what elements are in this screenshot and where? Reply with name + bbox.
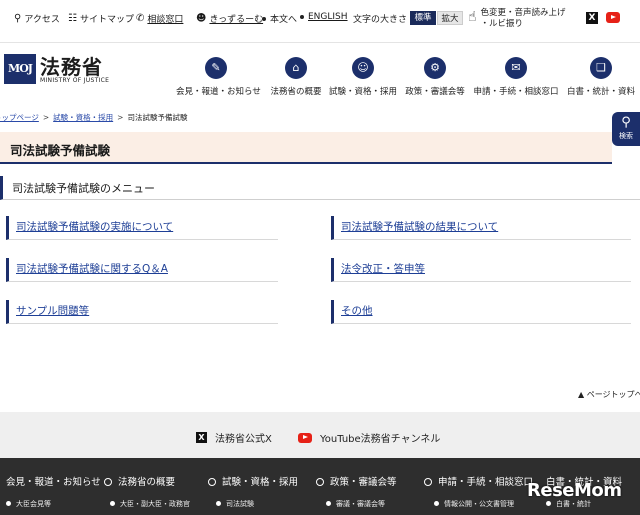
menu-link-item: その他 — [331, 300, 631, 324]
footer-nav-policy[interactable]: 政策・審議会等 — [316, 474, 397, 488]
breadcrumb-parent[interactable]: 試験・資格・採用 — [53, 113, 113, 122]
font-size-label: 文字の大きさ — [353, 15, 408, 25]
font-standard-button[interactable]: 標準 — [410, 11, 436, 25]
nav-overview[interactable]: ⌂ 法務省の概要 — [267, 57, 325, 97]
nav-whitepaper[interactable]: ❑ 白書・統計・資料 — [566, 57, 636, 97]
utility-bar: ⚲ アクセス ☷ サイトマップ ✆ 相談窓口 ☻ きっずるーむ 本文へ ENGL… — [0, 8, 640, 30]
kids-room-link[interactable]: ☻ きっずるーむ — [196, 12, 263, 25]
menu-link-item: サンプル問題等 — [6, 300, 278, 324]
triangle-up-icon: ▲ — [578, 390, 585, 399]
x-icon[interactable]: X — [586, 12, 598, 24]
gear-icon: ⚙ — [424, 57, 446, 79]
search-label: 検索 — [619, 132, 633, 140]
footer-sub-link[interactable]: 大臣・副大臣・政務官 — [110, 499, 190, 509]
menu-link-item: 司法試験予備試験に関するQ＆A — [6, 258, 278, 282]
breadcrumb-top[interactable]: トップページ — [0, 113, 39, 122]
link-other[interactable]: その他 — [341, 303, 373, 318]
link-exam-faq[interactable]: 司法試験予備試験に関するQ＆A — [16, 261, 168, 276]
global-nav: ✎ 会見・報道・お知らせ ⌂ 法務省の概要 ☺ 試験・資格・採用 ⚙ 政策・審議… — [170, 57, 640, 97]
footer-sns: X 法務省公式X YouTube法務省チャンネル — [0, 412, 640, 458]
resemom-watermark: ReseMom — [527, 480, 622, 501]
bullet-icon — [262, 16, 266, 21]
page-title-bar: 司法試験予備試験 — [0, 132, 612, 164]
footer-nav-applications[interactable]: 申請・手続・相談窓口 — [424, 474, 533, 488]
circle-icon — [316, 478, 324, 486]
circle-icon — [104, 478, 112, 486]
circle-icon — [424, 478, 432, 486]
menu-link-item: 法令改正・答申等 — [331, 258, 631, 282]
breadcrumb: トップページ>試験・資格・採用>司法試験予備試験 — [0, 112, 187, 123]
site-name-english: MINISTRY OF JUSTICE — [40, 77, 110, 84]
page-top-link[interactable]: ▲ ページトップへ — [578, 389, 640, 400]
nav-exams[interactable]: ☺ 試験・資格・採用 — [328, 57, 398, 97]
footer-sub-link[interactable]: 審議・審議会等 — [326, 499, 385, 509]
nav-press[interactable]: ✎ 会見・報道・お知らせ — [176, 57, 261, 97]
footer-sub-link[interactable]: 大臣会見等 — [6, 499, 51, 509]
map-pin-icon: ⚲ — [14, 12, 22, 24]
consult-link[interactable]: ✆ 相談窓口 — [136, 12, 183, 25]
accessibility-link[interactable]: ☝ 色変更・音声読み上げ ・ルビ振り — [468, 8, 566, 30]
people-icon: ☺ — [352, 57, 374, 79]
footer-x-link[interactable]: X 法務省公式X — [196, 430, 272, 445]
book-icon: ❑ — [590, 57, 612, 79]
footer-nav-exams[interactable]: 試験・資格・採用 — [208, 474, 298, 488]
circle-icon — [208, 478, 216, 486]
menu-heading-text: 司法試験予備試験のメニュー — [12, 182, 155, 195]
youtube-icon[interactable] — [606, 12, 620, 23]
bullet-icon — [300, 15, 304, 19]
font-large-button[interactable]: 拡大 — [437, 11, 463, 25]
accessibility-label-1: 色変更・音声読み上げ — [480, 8, 566, 18]
form-icon: ✉ — [505, 57, 527, 79]
english-link[interactable]: ENGLISH — [300, 12, 348, 22]
youtube-icon — [298, 432, 312, 443]
mic-icon: ✎ — [205, 57, 227, 79]
menu-link-item: 司法試験予備試験の実施について — [6, 216, 278, 240]
skip-to-content-link[interactable]: 本文へ — [262, 12, 297, 25]
link-sample-questions[interactable]: サンプル問題等 — [16, 303, 89, 318]
link-exam-results[interactable]: 司法試験予備試験の結果について — [341, 219, 498, 234]
site-name: 法務省 — [40, 55, 103, 79]
footer-sub-link[interactable]: 情報公開・公文書管理 — [434, 499, 514, 509]
sitemap-link[interactable]: ☷ サイトマップ — [68, 12, 134, 25]
moj-logo[interactable]: MOJ — [4, 54, 36, 84]
menu-link-item: 司法試験予備試験の結果について — [331, 216, 631, 240]
breadcrumb-current: 司法試験予備試験 — [127, 113, 188, 122]
search-button[interactable]: ⚲ 検索 — [612, 112, 640, 146]
footer-sub-link[interactable]: 司法試験 — [216, 499, 254, 509]
sitemap-icon: ☷ — [68, 12, 77, 24]
nav-policy[interactable]: ⚙ 政策・審議会等 — [404, 57, 466, 97]
site-header: MOJ 法務省 MINISTRY OF JUSTICE ✎ 会見・報道・お知らせ… — [0, 42, 640, 100]
page-title: 司法試験予備試験 — [10, 143, 111, 158]
nav-applications[interactable]: ✉ 申請・手続・相談窓口 — [473, 57, 559, 97]
menu-heading: 司法試験予備試験のメニュー — [0, 176, 640, 200]
accessibility-label-2: ・ルビ振り — [480, 19, 524, 29]
footer-nav-overview[interactable]: 法務省の概要 — [104, 474, 175, 488]
footer-nav-press[interactable]: 会見・報道・お知らせ — [6, 474, 101, 488]
link-exam-implementation[interactable]: 司法試験予備試験の実施について — [16, 219, 173, 234]
hand-pointer-icon: ☝ — [468, 9, 477, 25]
access-link[interactable]: ⚲ アクセス — [14, 12, 60, 25]
chat-icon: ✆ — [136, 12, 145, 24]
link-law-revisions[interactable]: 法令改正・答申等 — [341, 261, 425, 276]
footer-youtube-link[interactable]: YouTube法務省チャンネル — [298, 430, 440, 445]
search-icon: ⚲ — [621, 115, 631, 130]
x-icon: X — [196, 432, 207, 443]
kids-icon: ☻ — [196, 12, 207, 24]
building-icon: ⌂ — [285, 57, 307, 79]
